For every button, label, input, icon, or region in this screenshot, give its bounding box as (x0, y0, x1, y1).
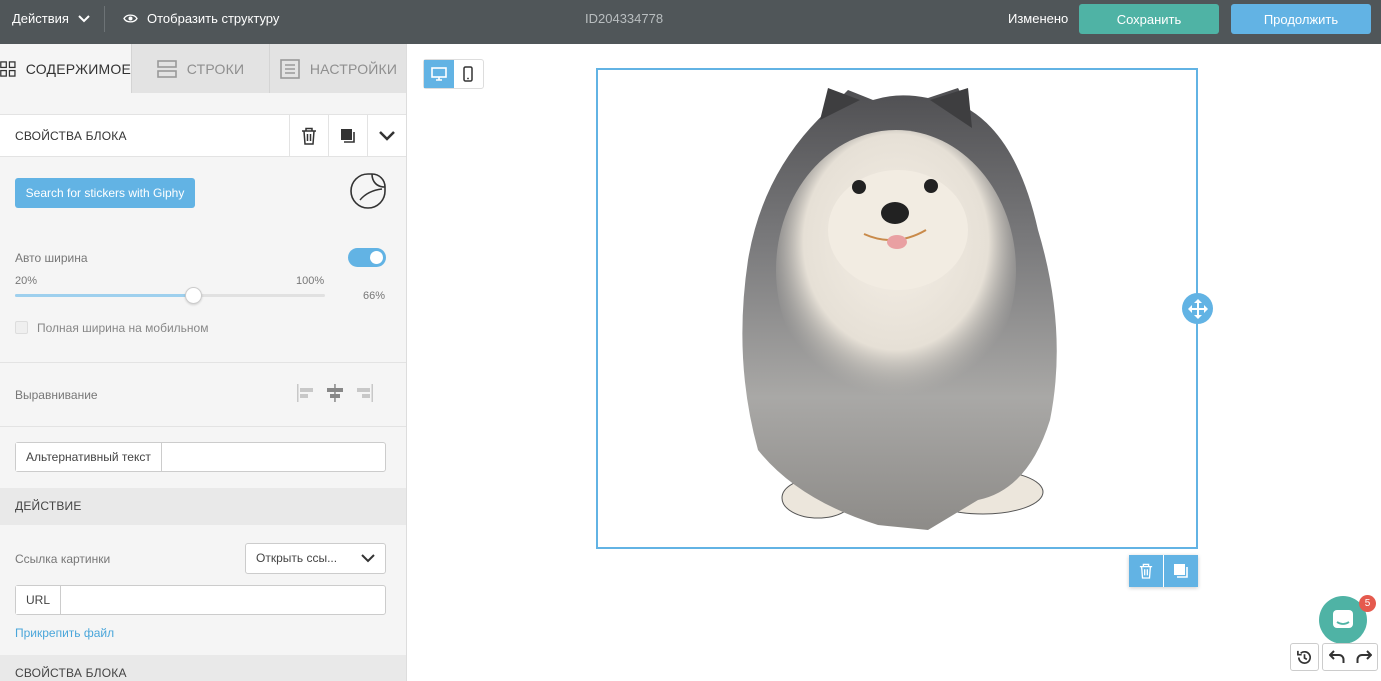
width-slider-fill (15, 294, 194, 297)
duplicate-image-button[interactable] (1164, 555, 1198, 587)
undo-button[interactable] (1323, 644, 1350, 670)
undo-icon (1328, 650, 1344, 663)
rows-icon (156, 59, 177, 78)
slider-max-label: 100% (296, 275, 325, 287)
history-control (1290, 643, 1319, 671)
url-label: URL (16, 586, 62, 614)
preview-structure-button[interactable]: Отобразить структуру (123, 0, 279, 37)
url-field: URL (15, 585, 386, 615)
tab-settings[interactable]: НАСТРОЙКИ (270, 44, 406, 93)
actions-label: Действия (12, 11, 69, 26)
sticker-icon (350, 173, 386, 209)
attach-file-link[interactable]: Прикрепить файл (15, 626, 114, 640)
properties-panel: СОДЕРЖИМОЕ СТРОКИ НАСТРОЙКИ СВОЙСТВА БЛО… (0, 44, 407, 681)
move-handle[interactable] (1182, 293, 1213, 324)
duplicate-block-button[interactable] (328, 115, 367, 157)
actions-menu[interactable]: Действия (12, 0, 91, 37)
alt-text-field: Альтернативный текст (15, 442, 386, 472)
collapse-block-button[interactable] (367, 115, 406, 157)
align-center-icon[interactable] (326, 384, 344, 402)
redo-button[interactable] (1350, 644, 1377, 670)
chat-icon (1333, 610, 1353, 628)
align-label: Выравнивание (15, 388, 98, 402)
duplicate-icon (341, 129, 355, 143)
duplicate-icon (1174, 564, 1188, 578)
image-block[interactable] (596, 68, 1198, 549)
tab-rows-label: СТРОКИ (186, 60, 245, 77)
document-id: ID204334778 (585, 11, 664, 26)
image-link-selected: Открыть ссы... (256, 551, 338, 565)
save-button[interactable]: Сохранить (1079, 4, 1219, 34)
chat-unread-badge: 5 (1359, 595, 1376, 612)
top-bar: Действия Отобразить структуру ID20433477… (0, 0, 1381, 44)
grid-icon (0, 60, 16, 77)
save-status: Изменено (1008, 11, 1069, 26)
move-icon (1187, 298, 1208, 319)
eye-icon (123, 14, 138, 23)
image-link-select[interactable]: Открыть ссы... (245, 543, 386, 574)
auto-width-toggle[interactable] (348, 248, 386, 267)
image-block-toolbar (1129, 555, 1198, 587)
settings-doc-icon (280, 58, 300, 79)
redo-icon (1356, 650, 1372, 663)
divider (0, 362, 406, 363)
chevron-down-icon (379, 131, 395, 141)
width-slider-handle[interactable] (185, 287, 203, 304)
alt-text-label: Альтернативный текст (16, 443, 162, 471)
continue-button[interactable]: Продолжить (1231, 4, 1371, 34)
mobile-view-button[interactable] (454, 60, 484, 88)
delete-image-button[interactable] (1129, 555, 1163, 587)
history-icon (1297, 650, 1311, 664)
url-input[interactable] (61, 586, 385, 614)
block-properties-header: СВОЙСТВА БЛОКА (0, 114, 406, 157)
image-link-label: Ссылка картинки (15, 552, 111, 566)
align-right-icon[interactable] (356, 384, 374, 402)
mobile-icon (463, 66, 473, 82)
desktop-view-button[interactable] (424, 60, 454, 88)
full-width-mobile-label: Полная ширина на мобильном (37, 321, 209, 335)
align-left-icon[interactable] (296, 384, 314, 402)
giphy-search-button[interactable]: Search for stickers with Giphy (15, 178, 195, 208)
undo-redo-control (1322, 643, 1378, 671)
align-controls (296, 384, 374, 402)
block-properties-title: СВОЙСТВА БЛОКА (15, 129, 127, 143)
trash-icon (302, 127, 316, 145)
dog-sticker-image (742, 88, 1057, 530)
panel-tabs: СОДЕРЖИМОЕ СТРОКИ НАСТРОЙКИ (0, 44, 406, 93)
slider-value: 66% (363, 290, 386, 302)
action-section-header: ДЕЙСТВИЕ (0, 488, 406, 525)
preview-structure-label: Отобразить структуру (147, 11, 280, 26)
history-button[interactable] (1291, 644, 1318, 670)
block-properties-section-header: СВОЙСТВА БЛОКА (0, 655, 406, 681)
delete-block-button[interactable] (289, 115, 328, 157)
slider-min-label: 20% (15, 275, 38, 287)
desktop-icon (430, 67, 447, 81)
tab-content-label: СОДЕРЖИМОЕ (25, 60, 131, 77)
divider (0, 426, 406, 427)
full-width-mobile-checkbox[interactable] (15, 321, 28, 334)
chevron-down-icon (78, 14, 90, 22)
tab-content[interactable]: СОДЕРЖИМОЕ (0, 44, 132, 93)
alt-text-input[interactable] (161, 443, 385, 471)
auto-width-label: Авто ширина (15, 251, 88, 265)
divider (104, 6, 105, 32)
chevron-down-icon (361, 554, 375, 563)
trash-icon (1139, 563, 1153, 579)
tab-settings-label: НАСТРОЙКИ (309, 60, 398, 77)
device-switcher (423, 59, 484, 89)
tab-rows[interactable]: СТРОКИ (132, 44, 270, 93)
